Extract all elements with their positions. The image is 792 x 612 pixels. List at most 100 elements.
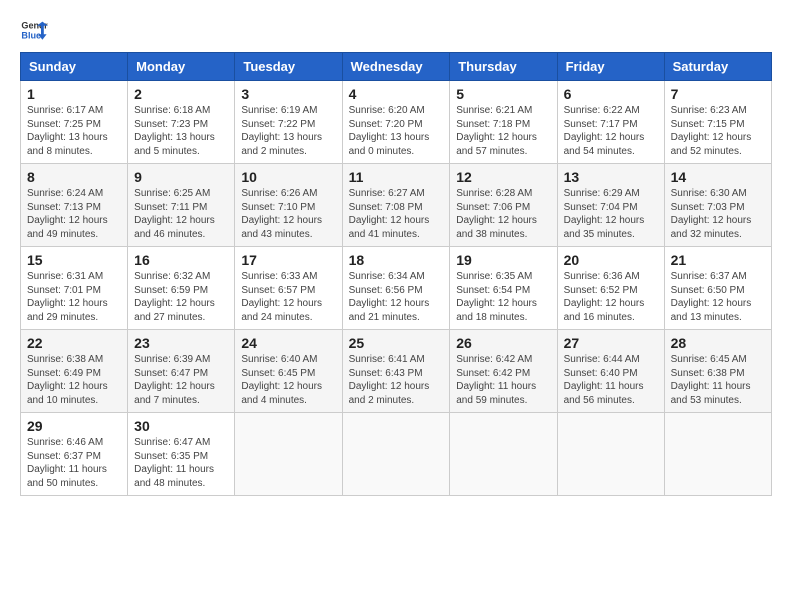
day-info: Sunrise: 6:38 AM Sunset: 6:49 PM Dayligh… — [27, 353, 121, 407]
logo: General Blue — [20, 16, 48, 44]
calendar-day-cell: 26 Sunrise: 6:42 AM Sunset: 6:42 PM Dayli… — [450, 330, 557, 413]
day-info: Sunrise: 6:19 AM Sunset: 7:22 PM Dayligh… — [241, 104, 335, 158]
day-number: 27 — [564, 335, 658, 351]
day-info: Sunrise: 6:31 AM Sunset: 7:01 PM Dayligh… — [27, 270, 121, 324]
calendar-empty-cell — [557, 413, 664, 496]
day-number: 14 — [671, 169, 765, 185]
calendar-day-cell: 4Sunrise: 6:20 AM Sunset: 7:20 PM Daylig… — [342, 81, 450, 164]
calendar-day-cell: 22 Sunrise: 6:38 AM Sunset: 6:49 PM Dayli… — [21, 330, 128, 413]
calendar-day-cell: 16 Sunrise: 6:32 AM Sunset: 6:59 PM Dayli… — [128, 247, 235, 330]
day-number: 7 — [671, 86, 765, 102]
day-number: 18 — [349, 252, 444, 268]
calendar-day-cell: 19Sunrise: 6:35 AM Sunset: 6:54 PM Dayli… — [450, 247, 557, 330]
day-number: 20 — [564, 252, 658, 268]
day-number: 12 — [456, 169, 550, 185]
calendar-day-cell: 18 Sunrise: 6:34 AM Sunset: 6:56 PM Dayli… — [342, 247, 450, 330]
day-info: Sunrise: 6:37 AM Sunset: 6:50 PM Dayligh… — [671, 270, 765, 324]
calendar-empty-cell — [235, 413, 342, 496]
day-info: Sunrise: 6:32 AM Sunset: 6:59 PM Dayligh… — [134, 270, 228, 324]
calendar-week-row: 22 Sunrise: 6:38 AM Sunset: 6:49 PM Dayli… — [21, 330, 772, 413]
calendar-day-cell: 15 Sunrise: 6:31 AM Sunset: 7:01 PM Dayli… — [21, 247, 128, 330]
day-number: 11 — [349, 169, 444, 185]
calendar-day-cell: 10 Sunrise: 6:26 AM Sunset: 7:10 PM Dayli… — [235, 164, 342, 247]
day-number: 15 — [27, 252, 121, 268]
day-info: Sunrise: 6:18 AM Sunset: 7:23 PM Dayligh… — [134, 104, 228, 158]
day-number: 25 — [349, 335, 444, 351]
day-number: 4 — [349, 86, 444, 102]
calendar-header-row: SundayMondayTuesdayWednesdayThursdayFrid… — [21, 53, 772, 81]
page-header: General Blue — [20, 16, 772, 44]
day-info: Sunrise: 6:46 AM Sunset: 6:37 PM Dayligh… — [27, 436, 121, 490]
calendar-table: SundayMondayTuesdayWednesdayThursdayFrid… — [20, 52, 772, 496]
calendar-day-cell: 23Sunrise: 6:39 AM Sunset: 6:47 PM Dayli… — [128, 330, 235, 413]
svg-text:Blue: Blue — [21, 30, 41, 40]
day-info: Sunrise: 6:36 AM Sunset: 6:52 PM Dayligh… — [564, 270, 658, 324]
day-info: Sunrise: 6:34 AM Sunset: 6:56 PM Dayligh… — [349, 270, 444, 324]
calendar-body: 1 Sunrise: 6:17 AM Sunset: 7:25 PM Daylig… — [21, 81, 772, 496]
day-info: Sunrise: 6:47 AM Sunset: 6:35 PM Dayligh… — [134, 436, 228, 490]
calendar-header-sunday: Sunday — [21, 53, 128, 81]
day-number: 3 — [241, 86, 335, 102]
day-info: Sunrise: 6:40 AM Sunset: 6:45 PM Dayligh… — [241, 353, 335, 407]
calendar-day-cell: 7Sunrise: 6:23 AM Sunset: 7:15 PM Daylig… — [664, 81, 771, 164]
day-info: Sunrise: 6:28 AM Sunset: 7:06 PM Dayligh… — [456, 187, 550, 241]
day-number: 10 — [241, 169, 335, 185]
day-info: Sunrise: 6:42 AM Sunset: 6:42 PM Dayligh… — [456, 353, 550, 407]
day-number: 21 — [671, 252, 765, 268]
day-info: Sunrise: 6:27 AM Sunset: 7:08 PM Dayligh… — [349, 187, 444, 241]
calendar-empty-cell — [664, 413, 771, 496]
calendar-header-saturday: Saturday — [664, 53, 771, 81]
day-info: Sunrise: 6:44 AM Sunset: 6:40 PM Dayligh… — [564, 353, 658, 407]
calendar-day-cell: 2Sunrise: 6:18 AM Sunset: 7:23 PM Daylig… — [128, 81, 235, 164]
calendar-day-cell: 11 Sunrise: 6:27 AM Sunset: 7:08 PM Dayli… — [342, 164, 450, 247]
calendar-day-cell: 13 Sunrise: 6:29 AM Sunset: 7:04 PM Dayli… — [557, 164, 664, 247]
day-number: 26 — [456, 335, 550, 351]
calendar-day-cell: 25 Sunrise: 6:41 AM Sunset: 6:43 PM Dayli… — [342, 330, 450, 413]
calendar-day-cell: 14 Sunrise: 6:30 AM Sunset: 7:03 PM Dayli… — [664, 164, 771, 247]
day-number: 30 — [134, 418, 228, 434]
calendar-header-tuesday: Tuesday — [235, 53, 342, 81]
calendar-day-cell: 12 Sunrise: 6:28 AM Sunset: 7:06 PM Dayli… — [450, 164, 557, 247]
day-number: 22 — [27, 335, 121, 351]
logo-icon: General Blue — [20, 16, 48, 44]
day-info: Sunrise: 6:30 AM Sunset: 7:03 PM Dayligh… — [671, 187, 765, 241]
calendar-day-cell: 1 Sunrise: 6:17 AM Sunset: 7:25 PM Daylig… — [21, 81, 128, 164]
calendar-day-cell: 3 Sunrise: 6:19 AM Sunset: 7:22 PM Daylig… — [235, 81, 342, 164]
day-number: 24 — [241, 335, 335, 351]
calendar-day-cell: 5Sunrise: 6:21 AM Sunset: 7:18 PM Daylig… — [450, 81, 557, 164]
day-number: 29 — [27, 418, 121, 434]
calendar-empty-cell — [342, 413, 450, 496]
calendar-week-row: 1 Sunrise: 6:17 AM Sunset: 7:25 PM Daylig… — [21, 81, 772, 164]
day-info: Sunrise: 6:22 AM Sunset: 7:17 PM Dayligh… — [564, 104, 658, 158]
day-info: Sunrise: 6:26 AM Sunset: 7:10 PM Dayligh… — [241, 187, 335, 241]
day-info: Sunrise: 6:45 AM Sunset: 6:38 PM Dayligh… — [671, 353, 765, 407]
day-number: 28 — [671, 335, 765, 351]
calendar-week-row: 29 Sunrise: 6:46 AM Sunset: 6:37 PM Dayli… — [21, 413, 772, 496]
calendar-header-monday: Monday — [128, 53, 235, 81]
day-number: 19 — [456, 252, 550, 268]
day-info: Sunrise: 6:29 AM Sunset: 7:04 PM Dayligh… — [564, 187, 658, 241]
day-number: 17 — [241, 252, 335, 268]
day-info: Sunrise: 6:33 AM Sunset: 6:57 PM Dayligh… — [241, 270, 335, 324]
calendar-header-friday: Friday — [557, 53, 664, 81]
day-number: 8 — [27, 169, 121, 185]
day-info: Sunrise: 6:17 AM Sunset: 7:25 PM Dayligh… — [27, 104, 121, 158]
calendar-week-row: 8 Sunrise: 6:24 AM Sunset: 7:13 PM Daylig… — [21, 164, 772, 247]
calendar-empty-cell — [450, 413, 557, 496]
calendar-day-cell: 6Sunrise: 6:22 AM Sunset: 7:17 PM Daylig… — [557, 81, 664, 164]
calendar-day-cell: 27 Sunrise: 6:44 AM Sunset: 6:40 PM Dayli… — [557, 330, 664, 413]
calendar-day-cell: 30 Sunrise: 6:47 AM Sunset: 6:35 PM Dayli… — [128, 413, 235, 496]
calendar-day-cell: 24 Sunrise: 6:40 AM Sunset: 6:45 PM Dayli… — [235, 330, 342, 413]
day-number: 5 — [456, 86, 550, 102]
calendar-week-row: 15 Sunrise: 6:31 AM Sunset: 7:01 PM Dayli… — [21, 247, 772, 330]
day-info: Sunrise: 6:24 AM Sunset: 7:13 PM Dayligh… — [27, 187, 121, 241]
calendar-day-cell: 8 Sunrise: 6:24 AM Sunset: 7:13 PM Daylig… — [21, 164, 128, 247]
calendar-day-cell: 20 Sunrise: 6:36 AM Sunset: 6:52 PM Dayli… — [557, 247, 664, 330]
day-number: 1 — [27, 86, 121, 102]
day-number: 16 — [134, 252, 228, 268]
day-number: 23 — [134, 335, 228, 351]
day-number: 13 — [564, 169, 658, 185]
calendar-day-cell: 17 Sunrise: 6:33 AM Sunset: 6:57 PM Dayli… — [235, 247, 342, 330]
calendar-day-cell: 21 Sunrise: 6:37 AM Sunset: 6:50 PM Dayli… — [664, 247, 771, 330]
day-info: Sunrise: 6:41 AM Sunset: 6:43 PM Dayligh… — [349, 353, 444, 407]
